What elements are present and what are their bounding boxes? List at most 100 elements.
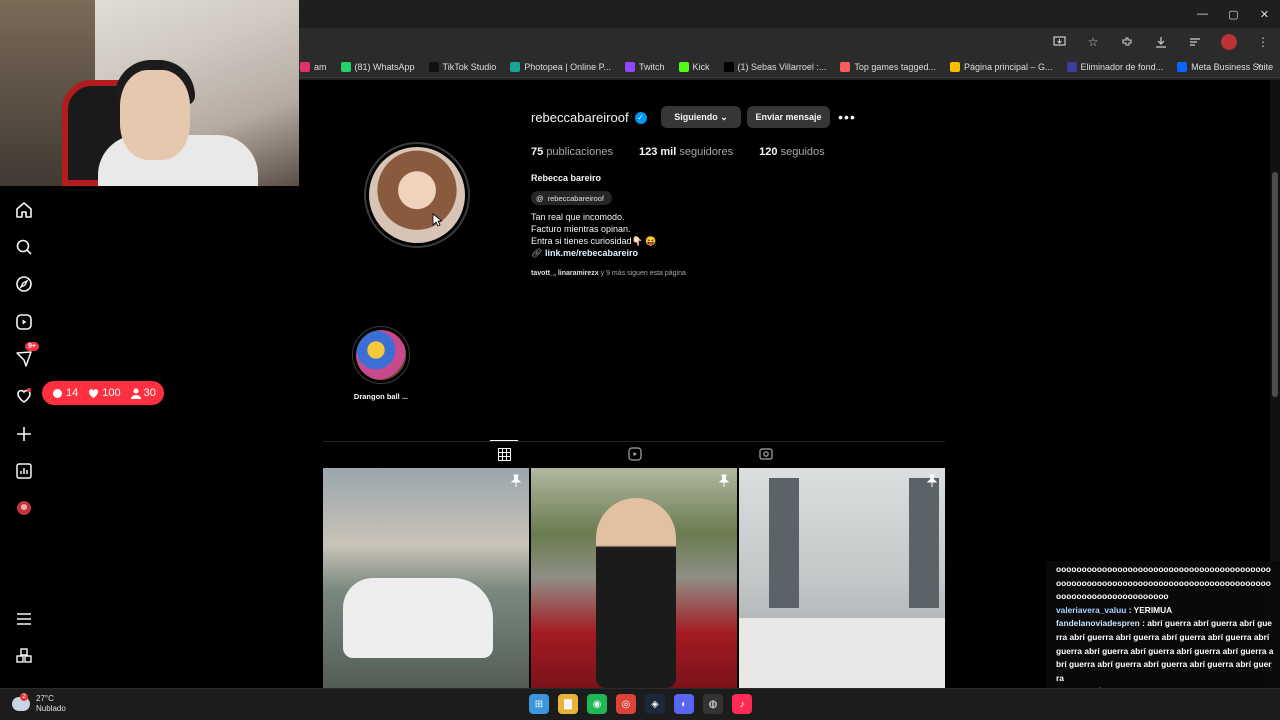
link-icon: 🔗︎ [531, 248, 543, 258]
tab-tagged-icon[interactable] [757, 446, 775, 462]
post-thumbnail[interactable] [323, 468, 529, 688]
chat-separator: : [1126, 604, 1134, 615]
post-thumbnail[interactable] [739, 468, 945, 688]
bookmark-favicon-icon [840, 61, 851, 72]
menu-icon[interactable] [13, 608, 35, 630]
messages-badge: 9+ [25, 342, 39, 351]
bookmark-favicon-icon [340, 61, 351, 72]
bookmark-favicon-icon [300, 61, 310, 72]
more-options-icon[interactable]: ••• [838, 108, 856, 126]
windows-taskbar: 2 27°C Nublado ⊞ ▇ ◉ ◎ ◈ ◐ ◍ ♪ [0, 688, 1280, 720]
scrollbar-thumb[interactable] [1272, 172, 1278, 397]
threads-icon: @ [536, 193, 544, 203]
pinned-icon [926, 474, 938, 487]
mouse-cursor [432, 213, 442, 227]
notifications-icon[interactable] [13, 385, 35, 407]
file-explorer-icon[interactable]: ▇ [558, 694, 578, 714]
bookmark-favicon-icon [1066, 61, 1077, 72]
bookmark-star-icon[interactable]: ☆ [1082, 32, 1104, 52]
following-stat[interactable]: 120 seguidos [759, 146, 824, 158]
chat-username: fandelanoviadespren [1056, 618, 1140, 629]
tab-posts-grid-icon[interactable] [495, 446, 513, 462]
pinned-icon [510, 474, 522, 487]
post-thumbnail[interactable] [531, 468, 737, 688]
bookmark-label: Página principal – G... [963, 61, 1053, 72]
story-highlight[interactable] [352, 326, 410, 384]
bookmark-item[interactable]: TikTok Studio [428, 61, 496, 72]
chat-username: valeriavera_valuu [1056, 604, 1127, 615]
bookmark-item[interactable]: Photopea | Online P... [510, 61, 611, 72]
maximize-button[interactable]: ▢ [1218, 0, 1249, 28]
notifications-popup[interactable]: 14 100 30 [42, 381, 164, 405]
temperature: 27°C [36, 694, 54, 703]
bio-line: Entra si tienes curiosidad👇🏻 😝 [531, 236, 657, 246]
bookmarks-overflow-icon[interactable]: » [1257, 60, 1262, 70]
profile-full-name: Rebecca bareiro [531, 173, 602, 183]
bookmark-label: Twitch [639, 61, 665, 72]
window-controls: — ▢ ✕ [1187, 0, 1280, 28]
follows-count: 30 [130, 387, 156, 399]
dashboard-icon[interactable] [13, 460, 35, 482]
profile-stats: 75 publicaciones 123 mil seguidores 120 … [531, 146, 825, 158]
bio-line: Tan real que incomodo. [531, 212, 625, 222]
extensions-icon[interactable] [1116, 32, 1138, 52]
bookmark-item[interactable]: Kick [678, 61, 710, 72]
downloads-icon[interactable] [1150, 32, 1172, 52]
chrome-icon[interactable]: ◎ [616, 694, 636, 714]
bookmark-label: am [314, 61, 327, 72]
profile-picture[interactable] [364, 142, 470, 248]
close-button[interactable]: ✕ [1249, 0, 1280, 28]
profile-tabs [323, 441, 945, 463]
bio-link[interactable]: 🔗︎ link.me/rebecabareiro [531, 247, 656, 259]
bookmark-label: Photopea | Online P... [524, 61, 611, 72]
bookmark-label: Kick [692, 61, 710, 72]
following-button[interactable]: Siguiendo ⌄ [661, 106, 741, 128]
obs-icon[interactable]: ◍ [703, 694, 723, 714]
steam-icon[interactable]: ◈ [645, 694, 665, 714]
tab-reels-icon[interactable] [626, 446, 644, 462]
minimize-button[interactable]: — [1187, 0, 1218, 28]
spotify-icon[interactable]: ◉ [587, 694, 607, 714]
reading-list-icon[interactable] [1184, 32, 1206, 52]
profile-username: rebeccabareiroof ✓ [531, 110, 647, 125]
chat-text: oooooooooooooooooooooooooooooooooooooooo… [1056, 564, 1271, 602]
bookmark-item[interactable]: Top games tagged... [840, 61, 936, 72]
reels-icon[interactable] [13, 311, 35, 333]
also-from-meta-icon[interactable] [13, 645, 35, 667]
messages-icon[interactable]: 9+ [13, 342, 39, 370]
followers-stat[interactable]: 123 mil seguidores [639, 146, 733, 158]
create-icon[interactable] [13, 423, 35, 445]
threads-badge[interactable]: @ rebeccabareiroof [531, 191, 612, 205]
bookmark-label: (81) WhatsApp [354, 61, 415, 72]
bookmark-item[interactable]: (1) Sebas Villarroel :... [723, 61, 827, 72]
bookmark-item[interactable]: Twitch [625, 61, 665, 72]
active-tab-indicator [490, 440, 518, 441]
weather-condition: Nublado [36, 704, 66, 713]
search-icon[interactable] [13, 236, 35, 258]
weather-widget[interactable]: 2 27°C Nublado [12, 693, 66, 714]
profile-avatar-icon[interactable] [13, 497, 35, 519]
windows-start-icon[interactable]: ⊞ [529, 694, 549, 714]
bookmark-label: Top games tagged... [854, 61, 936, 72]
bookmark-label: Eliminador de fond... [1080, 61, 1164, 72]
bookmark-item[interactable]: am [300, 61, 327, 72]
comments-count: 14 [52, 387, 78, 399]
chat-message: oooooooooooooooooooooooooooooooooooooooo… [1056, 563, 1274, 604]
bookmark-label: (1) Sebas Villarroel :... [737, 61, 827, 72]
explore-icon[interactable] [13, 273, 35, 295]
home-icon[interactable] [13, 199, 35, 221]
discord-icon[interactable]: ◐ [674, 694, 694, 714]
send-message-button[interactable]: Enviar mensaje [747, 106, 830, 128]
bookmark-item[interactable]: Página principal – G... [949, 61, 1053, 72]
webcam-overlay [0, 0, 299, 186]
bookmark-favicon-icon [678, 61, 689, 72]
chat-message: fandelanoviadespren : abrí guerra abrí g… [1056, 617, 1274, 685]
bookmark-item[interactable]: (81) WhatsApp [340, 61, 415, 72]
bookmark-favicon-icon [723, 61, 734, 72]
followed-by[interactable]: tavott_, linaramirezx y 9 más siguen est… [531, 270, 686, 277]
install-app-icon[interactable] [1048, 32, 1070, 52]
bookmark-item[interactable]: Eliminador de fond... [1066, 61, 1164, 72]
browser-menu-icon[interactable]: ⋮ [1252, 32, 1274, 52]
profile-icon[interactable] [1218, 32, 1240, 52]
tiktok-live-icon[interactable]: ♪ [732, 694, 752, 714]
